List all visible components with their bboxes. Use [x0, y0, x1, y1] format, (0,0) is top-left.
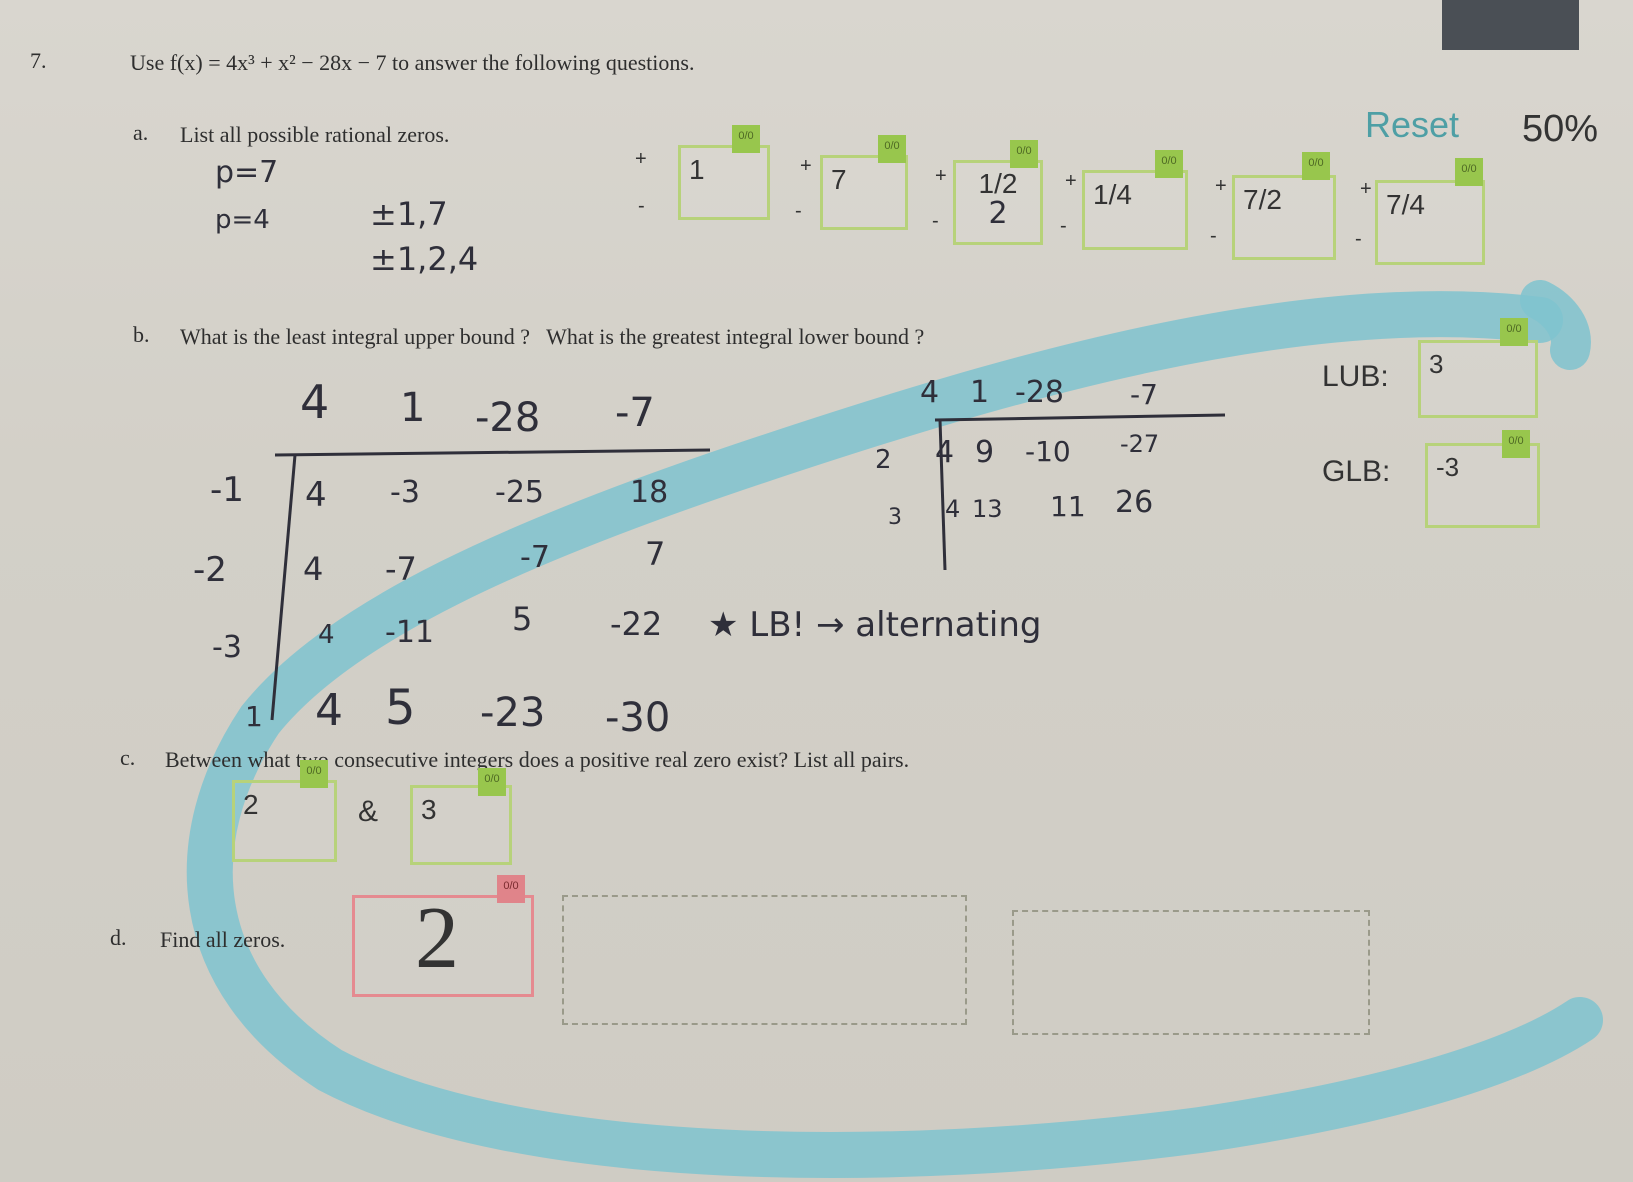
zero-input-2[interactable]	[562, 895, 967, 1025]
interval-start-input[interactable]: 2	[232, 780, 337, 862]
header-coef-1: 4	[920, 375, 940, 410]
row-value: -27	[1120, 430, 1160, 458]
interval-end-value: 3	[421, 794, 437, 825]
row-root: 3	[888, 505, 902, 530]
zero-input-1[interactable]: 2	[352, 895, 534, 997]
zero-input-3[interactable]	[1012, 910, 1370, 1035]
zero-value: 2	[415, 890, 459, 987]
row-value: -10	[1025, 435, 1071, 468]
interval-end-input[interactable]: 3	[410, 785, 512, 865]
part-c-text: Between what two consecutive integers do…	[165, 747, 910, 772]
header-coef-2: 1	[970, 375, 990, 410]
interval-start-value: 2	[243, 789, 259, 820]
part-c-label: c.	[120, 745, 136, 770]
score-badge: 0/0	[478, 768, 506, 796]
part-d-label: d.	[110, 925, 127, 950]
header-coef-4: -7	[1130, 378, 1158, 411]
ampersand: &	[358, 795, 379, 828]
score-badge: 0/0	[300, 760, 328, 788]
header-coef-3: -28	[1015, 375, 1064, 410]
row-value: 9	[975, 435, 995, 470]
row-root: 2	[875, 445, 892, 475]
part-d-text: Find all zeros.	[160, 927, 286, 952]
row-value: 4	[935, 435, 955, 470]
row-value: 11	[1050, 490, 1086, 523]
row-value: 13	[972, 495, 1003, 523]
row-value: 4	[945, 495, 961, 523]
score-badge: 0/0	[497, 875, 525, 903]
row-value: 26	[1115, 485, 1154, 520]
